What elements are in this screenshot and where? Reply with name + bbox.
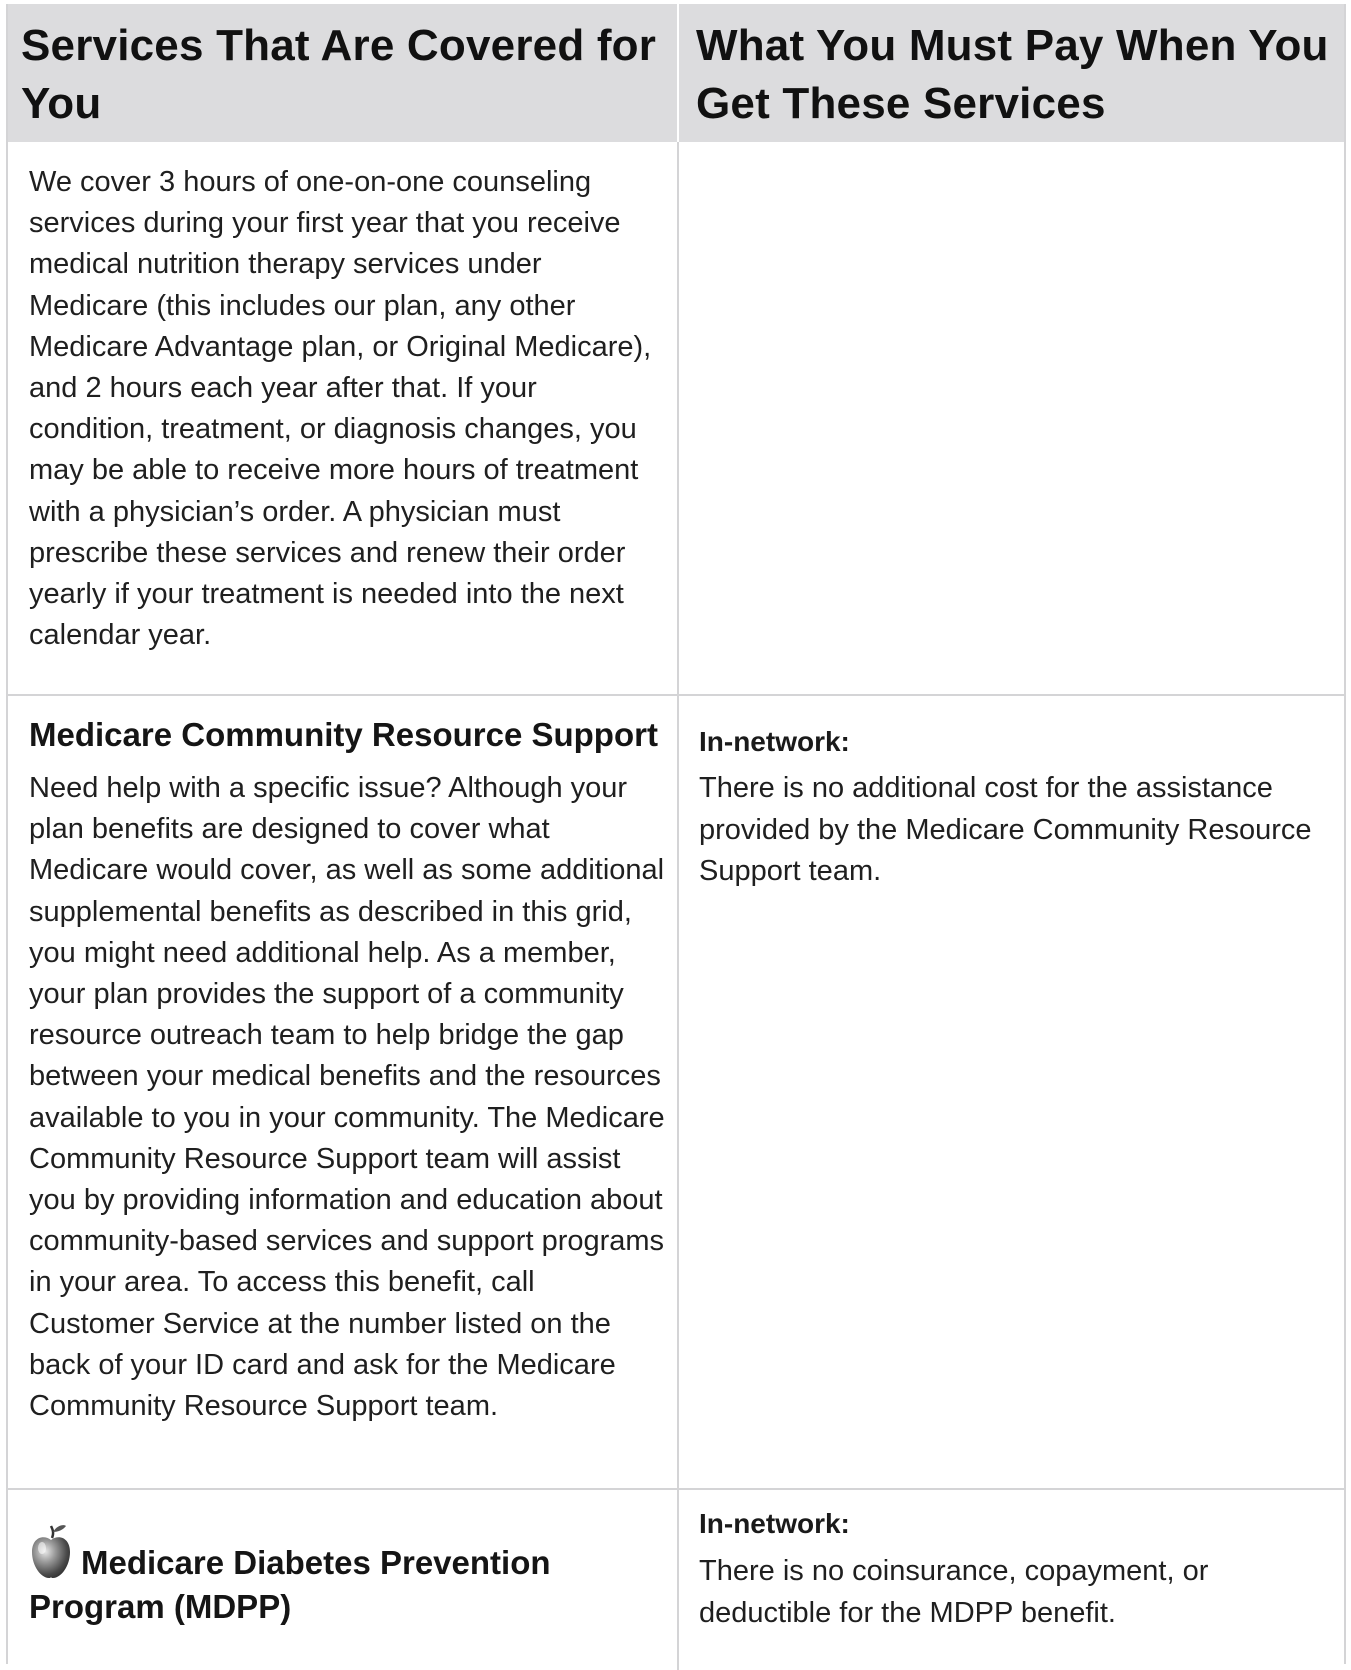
- service-cell: We cover 3 hours of one-on-one counselin…: [8, 142, 679, 694]
- cost-cell-empty: [679, 142, 1344, 694]
- benefits-table: Services That Are Covered for You What Y…: [6, 4, 1346, 1670]
- service-title: Medicare Diabetes Prevention Program (MD…: [29, 1544, 551, 1625]
- header-cell-cost: What You Must Pay When You Get These Ser…: [679, 4, 1344, 142]
- service-title-with-icon: Medicare Diabetes Prevention Program (MD…: [8, 1490, 677, 1629]
- in-network-label: In-network:: [699, 1508, 850, 1539]
- service-description: We cover 3 hours of one-on-one counselin…: [29, 166, 652, 652]
- service-description: Need help with a specific issue? Althoug…: [29, 772, 665, 1423]
- table-row: Medicare Diabetes Prevention Program (MD…: [8, 1490, 1344, 1670]
- header-cell-services: Services That Are Covered for You: [8, 4, 679, 142]
- cost-description: There is no coinsurance, copayment, or d…: [699, 1555, 1209, 1629]
- table-row: Medicare Community Resource Support Need…: [8, 696, 1344, 1490]
- service-cell: Medicare Community Resource Support Need…: [8, 696, 679, 1488]
- service-title: Medicare Community Resource Support: [29, 716, 658, 753]
- table-header-row: Services That Are Covered for You What Y…: [8, 4, 1344, 142]
- service-cell: Medicare Diabetes Prevention Program (MD…: [8, 1490, 679, 1670]
- apple-icon: [29, 1520, 73, 1582]
- in-network-label: In-network:: [699, 726, 850, 757]
- cost-cell: In-network: There is no additional cost …: [679, 696, 1344, 1488]
- table-row: We cover 3 hours of one-on-one counselin…: [8, 142, 1344, 696]
- header-what-you-pay: What You Must Pay When You Get These Ser…: [696, 21, 1329, 128]
- cost-cell: In-network: There is no coinsurance, cop…: [679, 1490, 1344, 1670]
- cost-description: There is no additional cost for the assi…: [699, 772, 1312, 887]
- header-services-covered: Services That Are Covered for You: [21, 21, 657, 128]
